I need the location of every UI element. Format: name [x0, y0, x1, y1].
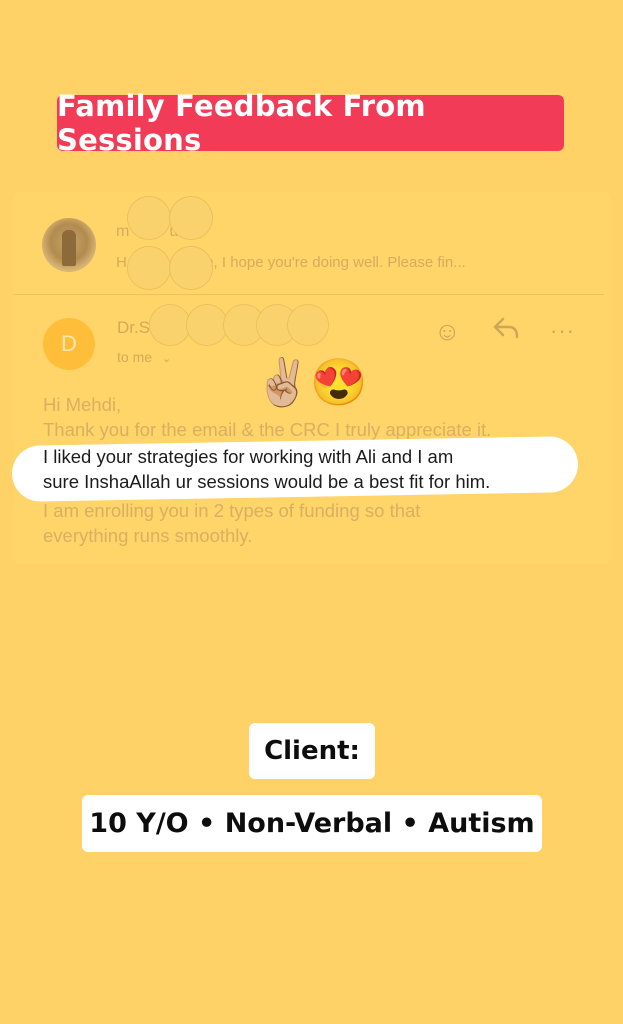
- client-label: Client:: [249, 723, 375, 779]
- email-greeting: Hi Mehdi,: [43, 394, 122, 415]
- client-info: 10 Y/O • Non-Verbal • Autism: [82, 795, 542, 852]
- recipient-label: to me: [117, 349, 153, 365]
- thread-preview-start: H: [116, 254, 127, 271]
- redaction-blur: [150, 305, 190, 345]
- email-body-line: everything runs smoothly.: [43, 525, 253, 546]
- thread-divider: [14, 294, 604, 295]
- redaction-blur: [170, 247, 212, 289]
- email-body-line: I am enrolling you in 2 types of funding…: [43, 500, 421, 521]
- redaction-blur: [187, 305, 227, 345]
- avatar-figure: [62, 230, 76, 266]
- page-title-banner: Family Feedback From Sessions: [57, 89, 564, 157]
- more-options-icon[interactable]: ···: [550, 316, 575, 346]
- redaction-blur: [128, 247, 170, 289]
- peace-sign-emoji: ✌🏼: [254, 356, 312, 408]
- sender-avatar: D: [43, 318, 95, 370]
- smiley-react-icon[interactable]: ☺: [434, 316, 461, 346]
- chevron-down-icon: ⌄: [162, 353, 172, 365]
- recipient-row[interactable]: to me ⌄: [117, 349, 171, 365]
- thread-preview-end: ah, I hope you're doing well. Please fin…: [196, 254, 466, 271]
- email-thread-row[interactable]: mu. Hah, I hope you're doing well. Pleas…: [42, 218, 602, 278]
- highlighted-body-line: sure InshaAllah ur sessions would be a b…: [43, 471, 491, 492]
- redaction-blur: [170, 197, 212, 239]
- reply-icon[interactable]: [492, 316, 520, 346]
- redaction-blur: [128, 197, 170, 239]
- heart-eyes-emoji: 😍: [310, 356, 368, 408]
- redaction-blur: [288, 305, 328, 345]
- highlighted-body-line: I liked your strategies for working with…: [43, 446, 454, 467]
- thread-sender-name-start: m: [116, 223, 130, 240]
- avatar: [42, 218, 96, 272]
